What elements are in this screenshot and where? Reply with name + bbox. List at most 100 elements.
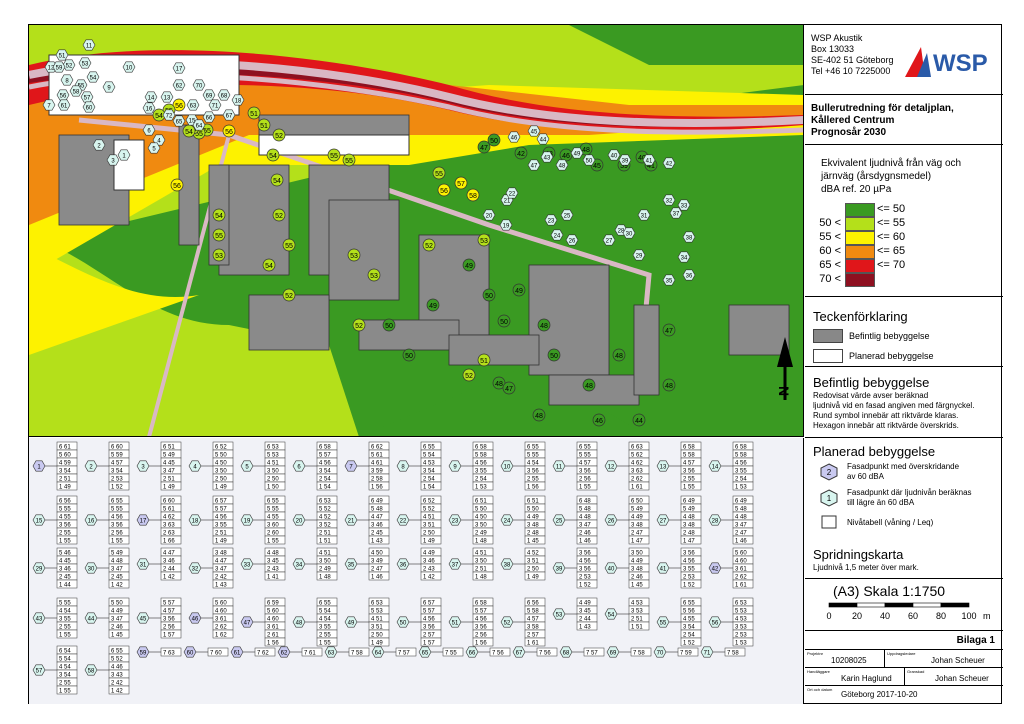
level-value: 2 55 bbox=[319, 633, 331, 639]
level-value: 1 61 bbox=[735, 583, 747, 589]
projekt-label: Projektnr bbox=[807, 651, 824, 656]
existing-calc-value: 55 bbox=[345, 158, 353, 165]
level-value: 4 56 bbox=[475, 461, 487, 467]
level-value: 5 48 bbox=[579, 507, 591, 513]
level-value: 3 46 bbox=[371, 523, 383, 529]
existing-calc-value: 56 bbox=[175, 103, 183, 110]
level-value: 2 50 bbox=[267, 477, 279, 483]
level-value: 1 47 bbox=[683, 539, 695, 545]
legend-class-to: <= 55 bbox=[877, 217, 906, 229]
level-value: 3 56 bbox=[527, 469, 539, 475]
projekt-value: 10208025 bbox=[831, 656, 867, 665]
level-value: 2 45 bbox=[59, 575, 71, 581]
existing-calc-value: 50 bbox=[385, 323, 393, 330]
level-value: 1 55 bbox=[59, 539, 71, 545]
existing-calc-value: 50 bbox=[405, 353, 413, 360]
level-value: 4 53 bbox=[631, 601, 643, 607]
level-value: 4 56 bbox=[579, 559, 591, 565]
existing-building bbox=[548, 374, 640, 406]
table-point-id: 61 bbox=[234, 651, 241, 657]
level-value: 3 55 bbox=[475, 469, 487, 475]
existing-building bbox=[728, 304, 790, 356]
level-value: 4 49 bbox=[579, 601, 591, 607]
level-value: 2 42 bbox=[111, 681, 123, 687]
level-value: 2 55 bbox=[59, 681, 71, 687]
level-value: 3 50 bbox=[319, 559, 331, 565]
level-value: 1 46 bbox=[735, 539, 747, 545]
level-value: 6 58 bbox=[475, 601, 487, 607]
noise-legend: Ekvivalent ljudnivå från väg och järnväg… bbox=[805, 145, 1003, 297]
existing-building bbox=[448, 334, 540, 366]
scale-bar: 0 20 40 60 80 100 m bbox=[826, 602, 991, 621]
company-box: WSP Akustik Box 13033 SE-402 51 Göteborg… bbox=[805, 25, 1003, 95]
level-value: 6 53 bbox=[267, 445, 279, 451]
planned-label: Planerad bebyggelse bbox=[849, 351, 934, 361]
granskad-value: Johan Scheuer bbox=[935, 674, 989, 683]
level-value: 1 52 bbox=[579, 583, 591, 589]
level-value: 1 55 bbox=[579, 485, 591, 491]
existing-calc-value: 50 bbox=[500, 319, 508, 326]
planned-calc-label: 23 bbox=[548, 219, 555, 225]
level-value: 2 55 bbox=[59, 531, 71, 537]
legend-class-from: 65 < bbox=[819, 259, 841, 271]
level-value: 5 54 bbox=[423, 453, 435, 459]
level-value: 1 48 bbox=[475, 575, 487, 581]
existing-calc-value: 54 bbox=[215, 213, 223, 220]
title-line3: Prognosår 2030 bbox=[811, 127, 887, 138]
scale-label: (A3) Skala 1:1750 bbox=[833, 583, 946, 599]
level-value: 3 48 bbox=[683, 523, 695, 529]
planned-calc-label: 25 bbox=[564, 214, 571, 220]
planned-calc-label: 41 bbox=[646, 159, 653, 165]
legend-class-to: <= 65 bbox=[877, 245, 906, 257]
level-value: 3 55 bbox=[735, 469, 747, 475]
level-value: 4 47 bbox=[215, 559, 227, 565]
level-value: 6 55 bbox=[319, 601, 331, 607]
existing-calc-value: 52 bbox=[465, 373, 473, 380]
level-value: 4 60 bbox=[735, 559, 747, 565]
existing-label: Befintlig bebyggelse bbox=[849, 331, 930, 341]
planned-calc-label: 62 bbox=[176, 84, 183, 90]
level-value: 1 55 bbox=[59, 633, 71, 639]
existing-calc-value: 57 bbox=[457, 181, 465, 188]
level-value: 4 54 bbox=[59, 665, 71, 671]
key-box: Teckenförklaring Befintlig bebyggelse Pl… bbox=[805, 297, 1003, 367]
level-value: 3 47 bbox=[215, 567, 227, 573]
level-value: 4 57 bbox=[579, 461, 591, 467]
planned-calc-label: 35 bbox=[666, 279, 673, 285]
legend-panel: WSP Akustik Box 13033 SE-402 51 Göteborg… bbox=[805, 25, 1003, 705]
level-value: 5 61 bbox=[371, 453, 383, 459]
level-value: 5 58 bbox=[683, 453, 695, 459]
level-value: 2 50 bbox=[527, 567, 539, 573]
level-value: 7 62 bbox=[257, 651, 269, 657]
level-value: 2 57 bbox=[423, 633, 435, 639]
planned-calc-label: 66 bbox=[206, 116, 213, 122]
existing-calc-value: 53 bbox=[350, 253, 358, 260]
table-point-id: 51 bbox=[452, 621, 459, 627]
level-value: 6 55 bbox=[111, 499, 123, 505]
level-value: 6 49 bbox=[371, 499, 383, 505]
level-value: 4 61 bbox=[371, 461, 383, 467]
planned-calc-label: 43 bbox=[544, 156, 551, 162]
level-value: 1 62 bbox=[215, 633, 227, 639]
existing-swatch bbox=[813, 329, 843, 343]
legend-class-from: 60 < bbox=[819, 245, 841, 257]
level-value: 2 54 bbox=[423, 477, 435, 483]
existing-line2: ljudnivå vid en fasad angiven med färgny… bbox=[813, 401, 975, 410]
level-value: 7 61 bbox=[304, 651, 316, 657]
level-value: 6 60 bbox=[111, 445, 123, 451]
level-value: 4 55 bbox=[267, 515, 279, 521]
existing-calc-value: 56 bbox=[173, 183, 181, 190]
level-value: 3 46 bbox=[59, 567, 71, 573]
table-point-id: 31 bbox=[140, 563, 147, 569]
level-value: 2 55 bbox=[527, 477, 539, 483]
level-value: 6 50 bbox=[631, 499, 643, 505]
level-value: 1 49 bbox=[423, 539, 435, 545]
level-value: 4 56 bbox=[423, 617, 435, 623]
level-value: 5 55 bbox=[579, 453, 591, 459]
existing-calc-value: 48 bbox=[540, 323, 548, 330]
existing-calc-value: 54 bbox=[273, 178, 281, 185]
level-value: 5 49 bbox=[163, 453, 175, 459]
existing-calc-value: 52 bbox=[275, 133, 283, 140]
level-value: 1 56 bbox=[527, 485, 539, 491]
level-value: 6 55 bbox=[423, 445, 435, 451]
